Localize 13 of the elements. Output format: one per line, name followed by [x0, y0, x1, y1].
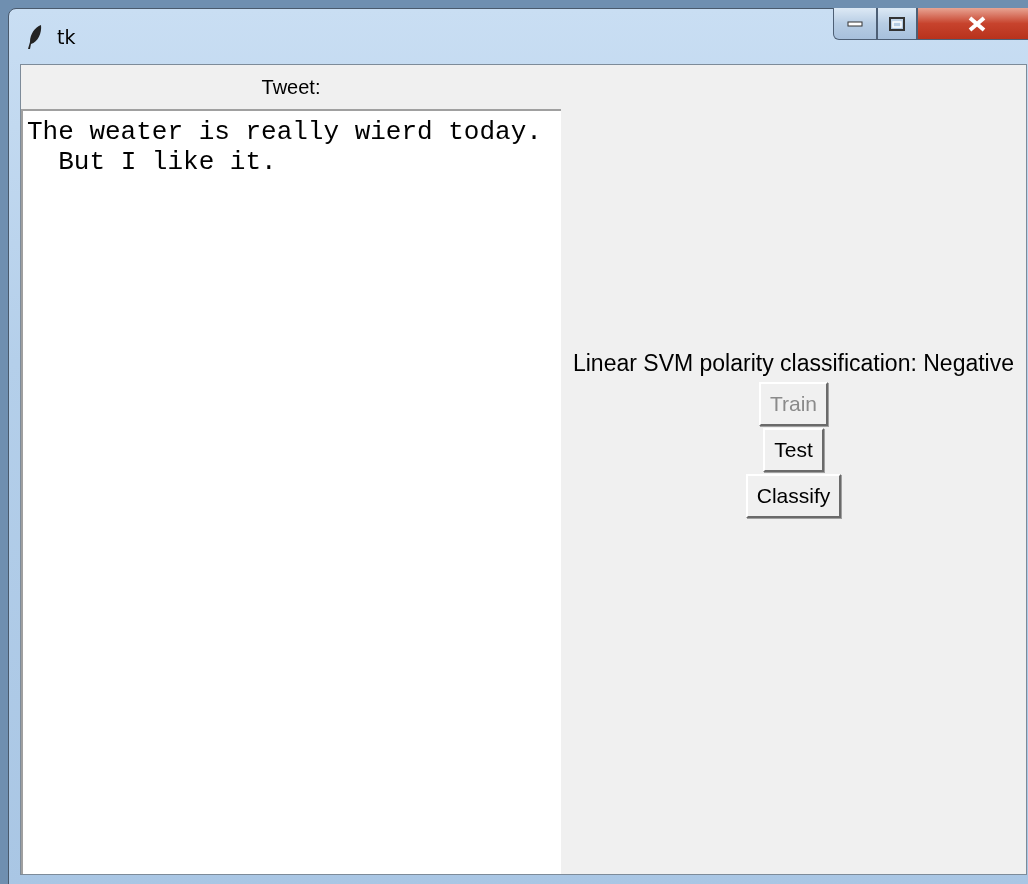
maximize-icon: [889, 16, 905, 31]
minimize-button[interactable]: [833, 8, 877, 40]
close-icon: [967, 15, 987, 32]
minimize-icon: [847, 20, 863, 27]
action-button[interactable]: Classify: [745, 473, 842, 518]
action-button[interactable]: Test: [763, 427, 824, 472]
tweet-input[interactable]: The weater is really wierd today. But I like it.: [21, 109, 561, 874]
classification-result: Linear SVM polarity classification: Negative: [572, 349, 1014, 377]
tweet-label: Tweet:: [260, 74, 322, 100]
window-title: tk: [57, 25, 76, 48]
maximize-button[interactable]: [877, 8, 917, 40]
close-button[interactable]: [917, 8, 1028, 40]
feather-icon: [27, 23, 43, 50]
